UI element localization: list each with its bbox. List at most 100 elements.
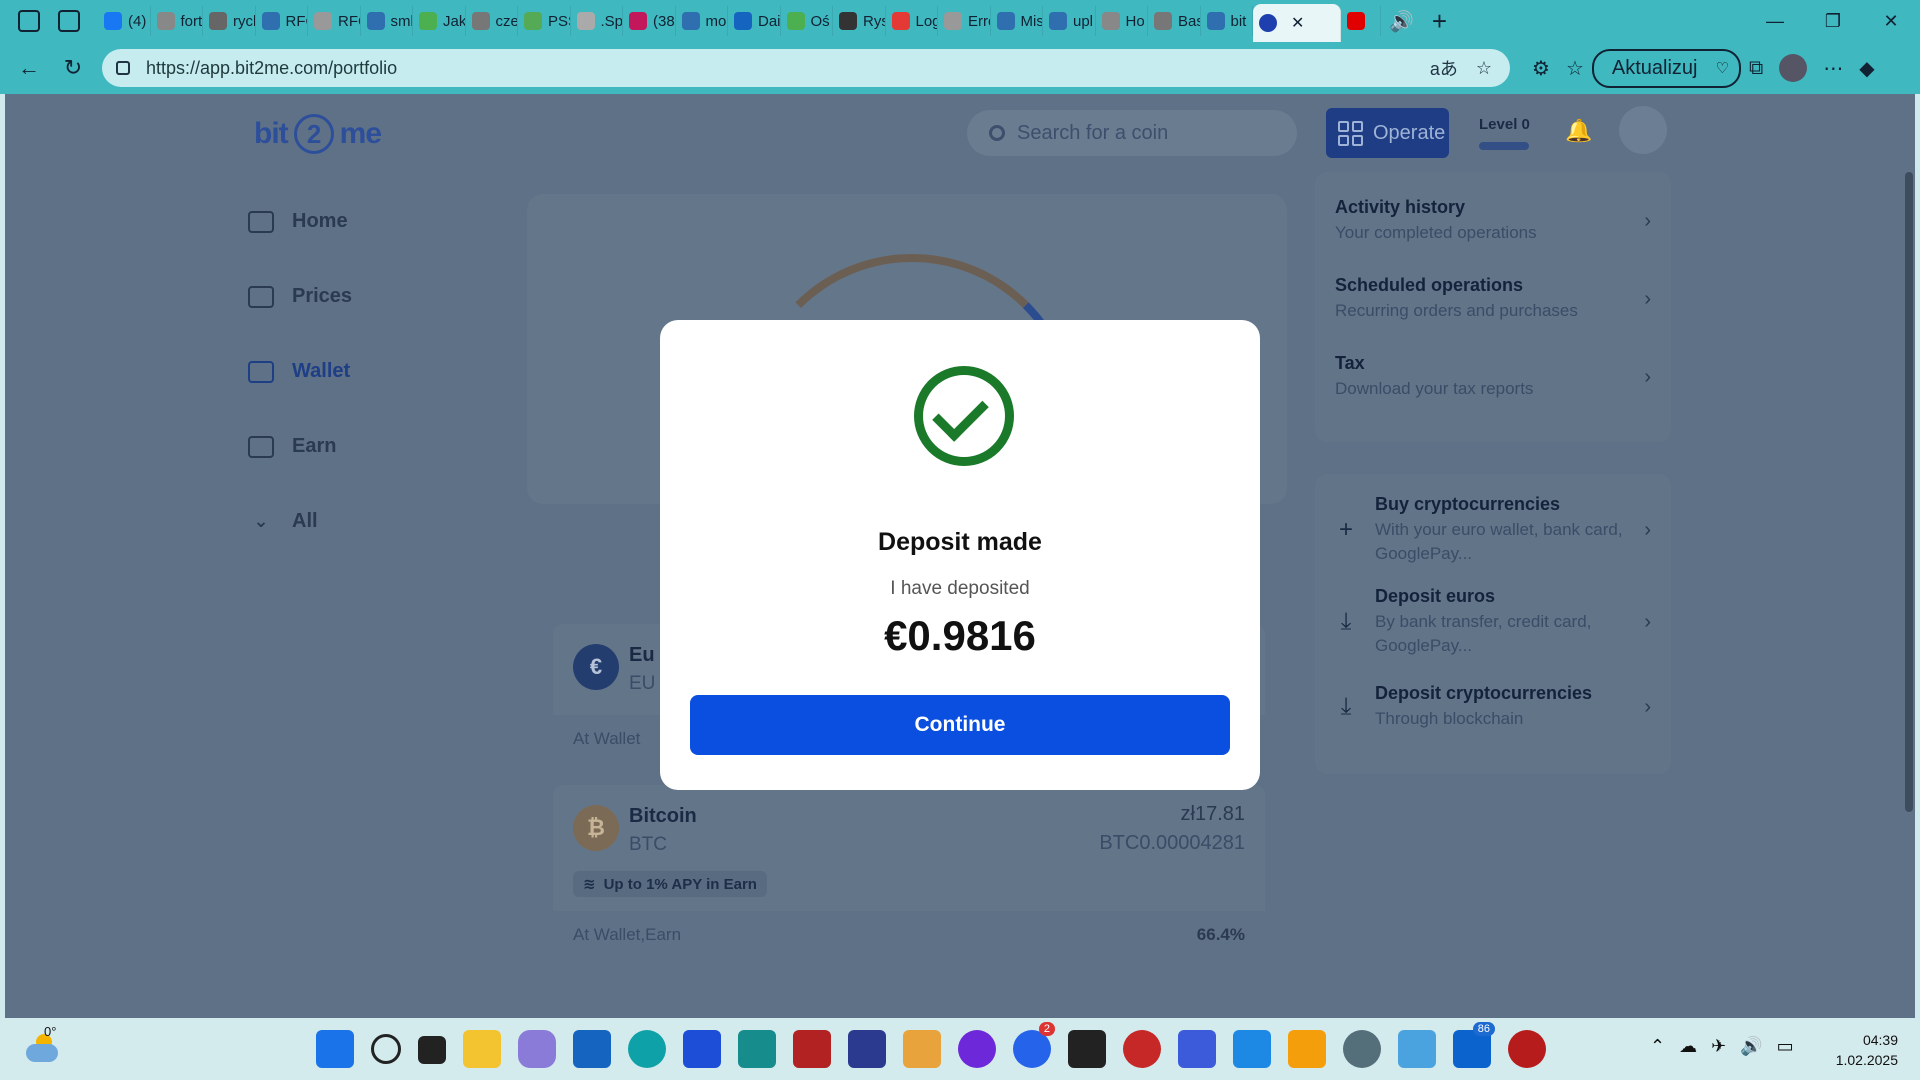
url-text[interactable]: https://app.bit2me.com/portfolio xyxy=(146,58,1430,79)
level-label[interactable]: Level 0 xyxy=(1479,116,1530,133)
activity-history-link[interactable]: Activity history Your completed operation… xyxy=(1315,182,1671,260)
active-tab[interactable]: ✕ xyxy=(1253,4,1341,42)
deposit-crypto-link[interactable]: ⤓ Deposit cryptocurrencies Through blockc… xyxy=(1315,668,1671,746)
copilot-icon[interactable] xyxy=(518,1030,556,1068)
copilot-icon[interactable]: ◆ xyxy=(1859,56,1874,81)
window-controls: — ❐ ✕ xyxy=(1746,0,1920,42)
browser-tab[interactable]: (38 xyxy=(623,6,676,36)
mute-tab-icon[interactable]: 🔊 xyxy=(1389,9,1414,34)
browser-tab[interactable]: fort xyxy=(151,6,203,36)
minimize-button[interactable]: — xyxy=(1746,0,1804,42)
buy-crypto-link[interactable]: + Buy cryptocurrencies With your euro wal… xyxy=(1315,484,1671,576)
vs-icon[interactable] xyxy=(738,1030,776,1068)
outlook-icon[interactable] xyxy=(573,1030,611,1068)
browser-tab[interactable]: Log xyxy=(886,6,938,36)
more-menu-icon[interactable]: ⋯ xyxy=(1823,56,1843,81)
favorites-icon[interactable]: ☆ xyxy=(1566,56,1584,81)
d-app-icon[interactable] xyxy=(1508,1030,1546,1068)
scheduled-operations-link[interactable]: Scheduled operations Recurring orders and… xyxy=(1315,260,1671,338)
task-view-icon[interactable] xyxy=(418,1036,446,1064)
browser-tab[interactable]: Erro xyxy=(938,6,991,36)
asset-location: At Wallet,Earn xyxy=(573,925,682,944)
close-tab-icon[interactable]: ✕ xyxy=(1291,13,1304,33)
browser-tab[interactable]: sml xyxy=(361,6,413,36)
store-icon[interactable] xyxy=(683,1030,721,1068)
remote-desktop-icon[interactable] xyxy=(1398,1030,1436,1068)
browser-tab[interactable]: Bas xyxy=(1148,6,1201,36)
browser-tab-youtube[interactable] xyxy=(1341,6,1381,36)
workspaces-icon[interactable] xyxy=(18,10,40,32)
edge-icon[interactable] xyxy=(628,1030,666,1068)
collections-icon[interactable]: ⧉ xyxy=(1749,57,1763,80)
back-button[interactable]: ← xyxy=(14,55,44,81)
volume-icon[interactable]: 🔊 xyxy=(1740,1036,1762,1057)
x64dbg-icon[interactable] xyxy=(793,1030,831,1068)
thunderbird-icon[interactable]: 2 xyxy=(1013,1022,1055,1068)
browser-tab[interactable]: .Sp xyxy=(571,6,623,36)
browser-tab[interactable]: Mis xyxy=(991,6,1043,36)
clock[interactable]: 04:39 1.02.2025 xyxy=(1836,1030,1898,1070)
browser-tab[interactable]: PSS xyxy=(518,6,571,36)
bell-icon[interactable]: 🔔 xyxy=(1565,118,1592,144)
chevron-up-icon[interactable]: ⌃ xyxy=(1650,1036,1665,1057)
browser-tab[interactable]: rycl xyxy=(203,6,256,36)
user-avatar[interactable] xyxy=(1619,106,1667,154)
sidebar-item-wallet[interactable]: Wallet xyxy=(248,334,352,409)
continue-button[interactable]: Continue xyxy=(690,695,1230,755)
browser-tab[interactable]: Dai xyxy=(728,6,781,36)
new-tab-button[interactable]: + xyxy=(1432,6,1447,37)
battery-icon[interactable]: ▭ xyxy=(1777,1036,1794,1057)
airplane-icon[interactable]: ✈ xyxy=(1711,1036,1726,1057)
terminal-icon[interactable] xyxy=(1068,1030,1106,1068)
browser-tab[interactable]: cze xyxy=(466,6,518,36)
page-scrollbar[interactable] xyxy=(1905,172,1913,812)
browser-tab[interactable]: Rys xyxy=(833,6,886,36)
settings-icon[interactable] xyxy=(1343,1030,1381,1068)
filezilla-icon[interactable] xyxy=(1123,1030,1161,1068)
mail-icon[interactable]: 86 xyxy=(1453,1022,1495,1068)
url-field[interactable]: https://app.bit2me.com/portfolio aあ ☆ xyxy=(102,49,1510,87)
media-player-icon[interactable] xyxy=(1288,1030,1326,1068)
update-button[interactable]: Aktualizuj ♡ xyxy=(1591,48,1741,88)
asset-card-bitcoin[interactable]: ₿ Bitcoin BTC zł17.81 BTC0.00004281 ≋ Up… xyxy=(553,785,1265,959)
search-icon[interactable] xyxy=(371,1034,401,1064)
onedrive-icon[interactable]: ☁ xyxy=(1679,1036,1697,1057)
browser-tab[interactable]: Oś xyxy=(781,6,833,36)
browser-tab[interactable]: mo xyxy=(676,6,728,36)
operate-button[interactable]: Operate xyxy=(1326,108,1449,158)
sidebar-item-earn[interactable]: Earn xyxy=(248,409,352,484)
paint-icon[interactable] xyxy=(903,1030,941,1068)
close-window-button[interactable]: ✕ xyxy=(1862,0,1920,42)
browser-tab[interactable]: upl xyxy=(1043,6,1096,36)
sidebar-item-all[interactable]: ⌄ All xyxy=(248,484,352,559)
browser-tab[interactable]: RFC xyxy=(308,6,361,36)
coin-search-input[interactable]: Search for a coin xyxy=(967,110,1297,156)
notepad-icon[interactable] xyxy=(1233,1030,1271,1068)
restore-button[interactable]: ❐ xyxy=(1804,0,1862,42)
save-app-icon[interactable] xyxy=(848,1030,886,1068)
sidebar-item-prices[interactable]: Prices xyxy=(248,259,352,334)
extensions-icon[interactable]: ⚙ xyxy=(1532,56,1550,81)
github-icon[interactable] xyxy=(958,1030,996,1068)
browser-tab[interactable]: (4) xyxy=(98,6,151,36)
refresh-button[interactable]: ↻ xyxy=(58,55,88,81)
favorite-star-icon[interactable]: ☆ xyxy=(1476,58,1492,79)
browser-tab[interactable]: Ho xyxy=(1096,6,1148,36)
browser-tab[interactable]: RFC xyxy=(256,6,308,36)
file-explorer-icon[interactable] xyxy=(463,1030,501,1068)
start-icon[interactable] xyxy=(316,1030,354,1068)
browser-tab[interactable]: Jak xyxy=(413,6,466,36)
tax-link[interactable]: Tax Download your tax reports › xyxy=(1315,338,1671,416)
tab-actions-icon[interactable] xyxy=(58,10,80,32)
sidebar-item-home[interactable]: Home xyxy=(248,184,352,259)
bit2me-logo[interactable]: bit 2 me xyxy=(254,114,382,154)
network-icon[interactable] xyxy=(1178,1030,1216,1068)
lock-icon[interactable] xyxy=(116,61,130,75)
profile-avatar[interactable] xyxy=(1779,54,1808,82)
tab-favicon-icon xyxy=(996,12,1015,30)
earn-apy-badge[interactable]: ≋ Up to 1% APY in Earn xyxy=(573,871,767,897)
browser-tab[interactable]: bit xyxy=(1201,6,1253,36)
read-aloud-icon[interactable]: aあ xyxy=(1430,55,1458,81)
deposit-euros-link[interactable]: ⤓ Deposit euros By bank transfer, credit … xyxy=(1315,576,1671,668)
weather-widget[interactable]: 0° xyxy=(22,1024,62,1068)
